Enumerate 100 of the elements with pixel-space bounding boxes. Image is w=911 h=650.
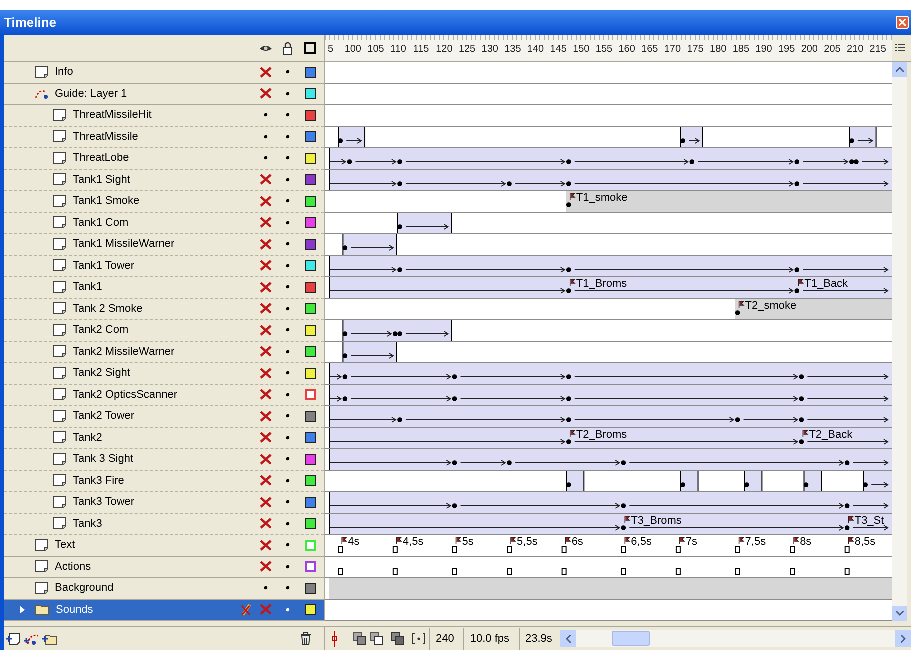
layer-row[interactable]: ThreatMissile	[4, 126, 324, 148]
frame-track[interactable]	[325, 342, 892, 363]
layer-color-square[interactable]	[304, 324, 316, 336]
scroll-left-button[interactable]	[560, 630, 576, 647]
unlocked-dot-icon[interactable]	[286, 564, 290, 569]
layer-color-square[interactable]	[304, 604, 316, 616]
layer-row[interactable]: Tank1 Com	[4, 212, 324, 234]
frame-track[interactable]	[325, 556, 892, 578]
unlocked-dot-icon[interactable]	[286, 586, 290, 590]
unlocked-dot-icon[interactable]	[286, 285, 290, 290]
frame-track[interactable]	[325, 234, 892, 256]
unlocked-dot-icon[interactable]	[286, 70, 290, 74]
layer-row[interactable]: Tank 2 Smoke	[4, 298, 324, 320]
layer-color-square[interactable]	[304, 561, 316, 572]
unlocked-dot-icon[interactable]	[286, 608, 290, 612]
unlocked-dot-icon[interactable]	[286, 178, 290, 182]
vertical-scrollbar[interactable]	[892, 62, 907, 621]
onion-outline-icon[interactable]	[370, 632, 384, 646]
frame-track[interactable]: T1_smoke	[325, 191, 892, 212]
layer-row[interactable]: Info	[4, 62, 324, 84]
hidden-icon[interactable]	[260, 196, 272, 207]
unlocked-dot-icon[interactable]	[286, 92, 290, 96]
layer-color-square[interactable]	[304, 131, 316, 142]
layer-row[interactable]: Text	[4, 535, 324, 556]
unlocked-dot-icon[interactable]	[286, 242, 290, 246]
unlocked-dot-icon[interactable]	[286, 220, 290, 225]
layer-row[interactable]: Tank2 Com	[4, 320, 324, 342]
layer-color-square[interactable]	[304, 475, 316, 486]
layer-color-square[interactable]	[304, 110, 316, 121]
layer-row[interactable]: Tank3	[4, 514, 324, 535]
hidden-icon[interactable]	[260, 217, 272, 228]
hidden-icon[interactable]	[260, 346, 272, 358]
layer-color-square[interactable]	[304, 196, 316, 207]
menu-icon[interactable]	[894, 44, 904, 52]
layer-row[interactable]: Tank3 Tower	[4, 492, 324, 514]
edit-multiple-icon[interactable]	[391, 632, 405, 646]
layer-color-square[interactable]	[304, 303, 316, 314]
hidden-icon[interactable]	[260, 174, 272, 186]
layer-color-square[interactable]	[304, 454, 316, 465]
hidden-icon[interactable]	[260, 260, 272, 272]
unlocked-dot-icon[interactable]	[286, 199, 290, 204]
layer-row[interactable]: Guide: Layer 1	[4, 84, 324, 105]
frame-track[interactable]	[325, 470, 892, 492]
layer-row[interactable]: ThreatLobe	[4, 148, 324, 170]
layer-color-square[interactable]	[304, 260, 316, 272]
frame-track[interactable]	[325, 84, 892, 105]
hidden-icon[interactable]	[260, 324, 272, 336]
marker-icon[interactable]	[412, 632, 426, 646]
frame-track[interactable]: T2_smoke	[325, 298, 892, 320]
visible-dot-icon[interactable]	[264, 113, 268, 118]
layer-color-square[interactable]	[304, 152, 316, 164]
frame-track[interactable]	[325, 212, 892, 234]
visible-dot-icon[interactable]	[264, 134, 268, 139]
layer-row[interactable]: Tank1	[4, 277, 324, 298]
visible-dot-icon[interactable]	[264, 156, 268, 160]
unlocked-dot-icon[interactable]	[286, 500, 290, 504]
trash-icon[interactable]	[300, 632, 312, 646]
hidden-icon[interactable]	[260, 518, 272, 530]
layer-color-square[interactable]	[304, 368, 316, 379]
layer-row[interactable]: ThreatMissileHit	[4, 105, 324, 126]
horizontal-scrollbar[interactable]	[560, 630, 911, 647]
close-button[interactable]	[896, 16, 909, 29]
unlocked-dot-icon[interactable]	[286, 392, 290, 397]
unlocked-dot-icon[interactable]	[286, 113, 290, 118]
hidden-icon[interactable]	[260, 540, 272, 551]
frame-track[interactable]: T1_Broms T1_Back	[325, 277, 892, 298]
hidden-icon[interactable]	[260, 561, 272, 572]
unlocked-dot-icon[interactable]	[286, 457, 290, 462]
scroll-right-button[interactable]	[895, 630, 911, 647]
frame-track[interactable]: T3_Broms T3_St	[325, 514, 892, 535]
layer-color-square[interactable]	[304, 238, 316, 250]
hidden-icon[interactable]	[260, 410, 272, 422]
layer-row[interactable]: Tank2 OpticsScanner	[4, 384, 324, 406]
unlocked-dot-icon[interactable]	[286, 371, 290, 376]
unlocked-dot-icon[interactable]	[286, 522, 290, 526]
unlocked-dot-icon[interactable]	[286, 328, 290, 332]
frame-track[interactable]	[325, 320, 892, 342]
layer-color-square[interactable]	[304, 66, 316, 78]
hidden-icon[interactable]	[260, 454, 272, 465]
unlocked-dot-icon[interactable]	[286, 436, 290, 440]
layer-color-square[interactable]	[304, 518, 316, 530]
layer-row[interactable]: Tank3 Fire	[4, 470, 324, 492]
layer-color-square[interactable]	[304, 410, 316, 422]
layer-color-square[interactable]	[304, 174, 316, 186]
hidden-icon[interactable]	[260, 303, 272, 314]
frame-track[interactable]	[325, 62, 892, 84]
layer-color-square[interactable]	[304, 346, 316, 358]
layer-color-square[interactable]	[304, 88, 316, 100]
unlocked-dot-icon[interactable]	[286, 306, 290, 311]
frame-track[interactable]: T2_Broms T2_Back	[325, 428, 892, 449]
frame-track[interactable]	[325, 126, 892, 148]
hidden-icon[interactable]	[260, 432, 272, 444]
hidden-icon[interactable]	[260, 238, 272, 250]
scroll-up-button[interactable]	[892, 62, 907, 77]
scroll-thumb[interactable]	[612, 631, 650, 646]
hidden-icon[interactable]	[260, 496, 272, 508]
layer-row[interactable]: Tank1 Tower	[4, 256, 324, 277]
frame-track[interactable]: 4s 4,5s 5s 5,5s 6s 6,5s 7s 7,5s 8s 8,5s	[325, 535, 892, 556]
layer-row[interactable]: Sounds	[4, 600, 324, 621]
unlocked-dot-icon[interactable]	[286, 156, 290, 160]
